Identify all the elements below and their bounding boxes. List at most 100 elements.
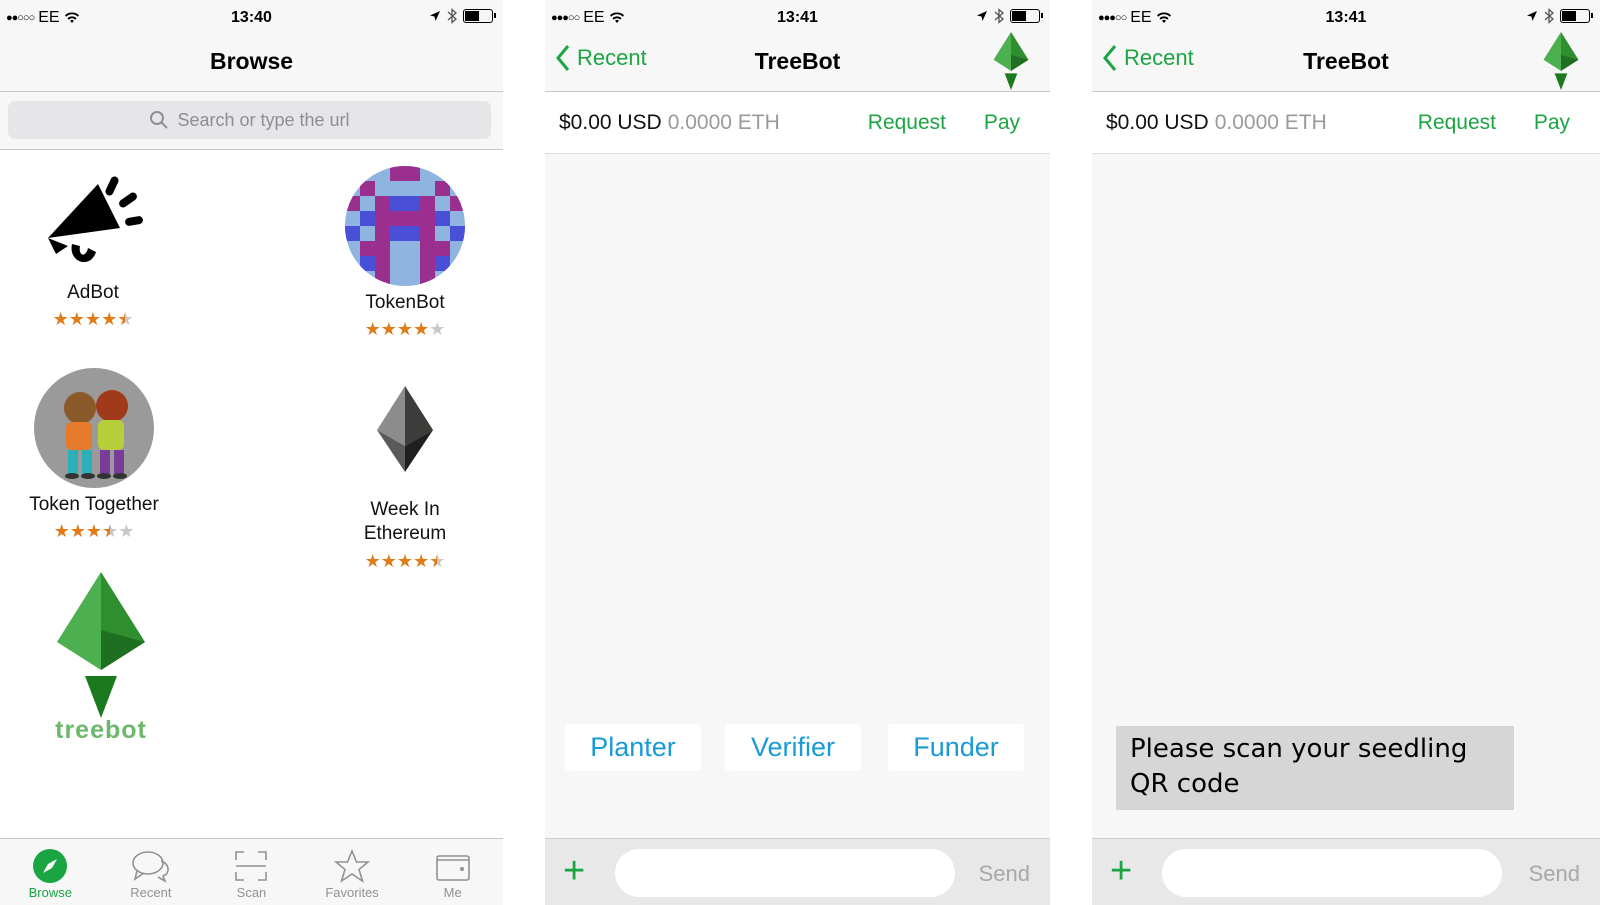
- treebot-chat-screen: ●●●○○ EE 13:41 Recent TreeBot $0.00 USD …: [545, 0, 1050, 905]
- rating-star-icon: ★: [380, 319, 397, 339]
- balance: $0.00 USD 0.0000 ETH: [559, 111, 780, 135]
- add-attachment-button[interactable]: +: [563, 852, 585, 890]
- status-right: [429, 8, 496, 24]
- send-button[interactable]: Send: [979, 861, 1030, 887]
- treebot-logo-text: treebot: [55, 716, 147, 744]
- rating-star-icon: ★: [118, 521, 135, 541]
- nav-bar: Recent TreeBot: [1092, 32, 1600, 95]
- token-together-avatar: [34, 368, 154, 488]
- search-input[interactable]: Search or type the url: [8, 101, 491, 139]
- page-title: TreeBot: [754, 48, 841, 74]
- star-icon: [334, 849, 371, 883]
- message-input[interactable]: [615, 849, 955, 897]
- rating-stars: ★ ★ ★ ★ ★: [8, 522, 180, 540]
- nav-bar: Browse: [0, 34, 503, 92]
- two-kids-illustration: [34, 368, 154, 488]
- location-icon: [1527, 11, 1537, 21]
- add-attachment-button[interactable]: +: [1110, 852, 1132, 890]
- rating-star-icon: ★: [380, 551, 397, 571]
- tab-label: Me: [443, 885, 462, 900]
- app-tile-week-in-ethereum[interactable]: Week In Ethereum ★ ★ ★ ★ ★: [330, 386, 480, 570]
- battery-icon: [463, 9, 496, 23]
- app-name: Token Together: [29, 494, 159, 515]
- battery-icon: [1010, 9, 1043, 23]
- nav-bar: Recent TreeBot: [545, 32, 1050, 95]
- tab-label: Scan: [236, 885, 267, 900]
- rating-star-icon: ★: [413, 319, 430, 339]
- browse-screen: ●●○○○ EE 13:40 Browse Search or type the…: [0, 0, 503, 905]
- bluetooth-icon: [994, 8, 1004, 24]
- page-title: TreeBot: [1303, 48, 1389, 74]
- message-input[interactable]: [1162, 849, 1502, 897]
- app-name-line2: Ethereum: [363, 523, 447, 544]
- tab-label: Browse: [28, 885, 72, 900]
- tab-bar: Browse Recent Scan Favorites Me: [0, 838, 503, 905]
- rating-star-icon: ★: [364, 319, 381, 339]
- balance-eth: 0.0000 ETH: [667, 111, 780, 134]
- pay-button[interactable]: Pay: [1534, 111, 1570, 135]
- status-bar: ●●●○○ EE 13:41: [1092, 0, 1600, 34]
- rating-star-icon: ★: [102, 521, 119, 541]
- balance-eth: 0.0000 ETH: [1214, 111, 1327, 134]
- tab-favorites[interactable]: Favorites: [302, 839, 403, 905]
- bluetooth-icon: [1544, 8, 1554, 24]
- rating-star-icon: ★: [429, 319, 446, 339]
- option-verifier-button[interactable]: Verifier: [725, 724, 861, 771]
- message-input-bar: + Send: [1092, 838, 1600, 905]
- status-bar: ●●○○○ EE 13:40: [0, 0, 503, 34]
- tab-label: Favorites: [325, 885, 379, 900]
- rating-star-icon: ★: [85, 521, 103, 541]
- battery-icon: [1560, 9, 1593, 23]
- app-tile-adbot[interactable]: AdBot ★ ★ ★ ★ ★: [18, 166, 168, 328]
- balance-usd: $0.00 USD: [559, 111, 662, 134]
- option-funder-button[interactable]: Funder: [888, 724, 1024, 771]
- rating-star-icon: ★: [84, 309, 102, 329]
- rating-stars: ★ ★ ★ ★ ★: [18, 310, 168, 328]
- rating-star-icon: ★: [101, 309, 118, 329]
- status-right: [1526, 8, 1593, 24]
- tab-label: Recent: [130, 885, 172, 900]
- app-name: TokenBot: [365, 292, 445, 313]
- treebot-logo-icon: [993, 32, 1029, 90]
- location-icon: [430, 11, 440, 21]
- treebot-avatar[interactable]: [990, 32, 1032, 95]
- balance: $0.00 USD 0.0000 ETH: [1106, 111, 1327, 135]
- scan-frame-icon: [235, 851, 268, 881]
- send-button[interactable]: Send: [1529, 861, 1580, 887]
- rating-star-icon: ★: [396, 319, 414, 339]
- pay-button[interactable]: Pay: [984, 111, 1020, 135]
- option-planter-button[interactable]: Planter: [565, 724, 701, 771]
- search-icon: [150, 111, 169, 129]
- rating-star-icon: ★: [69, 521, 86, 541]
- message-input-bar: + Send: [545, 838, 1050, 905]
- tab-recent[interactable]: Recent: [101, 839, 202, 905]
- treebot-avatar[interactable]: [1540, 32, 1582, 95]
- request-button[interactable]: Request: [1418, 111, 1496, 135]
- tab-me[interactable]: Me: [402, 839, 503, 905]
- app-tile-token-together[interactable]: Token Together ★ ★ ★ ★ ★: [8, 368, 180, 540]
- treebot-logo-icon: [1543, 32, 1579, 90]
- request-button[interactable]: Request: [868, 111, 946, 135]
- pixel-robot-icon: [345, 166, 465, 286]
- status-time: 13:40: [231, 9, 272, 26]
- compass-icon: [33, 849, 68, 883]
- status-time: 13:41: [777, 9, 818, 26]
- tab-scan[interactable]: Scan: [201, 839, 302, 905]
- bot-message-bubble: Please scan your seedling QR code: [1116, 726, 1514, 810]
- search-bar-container: Search or type the url: [0, 92, 503, 150]
- bluetooth-icon: [447, 8, 457, 24]
- status-right: [976, 8, 1043, 24]
- chat-bubbles-icon: [132, 851, 169, 883]
- app-tile-tokenbot[interactable]: TokenBot ★ ★ ★ ★ ★: [330, 166, 480, 338]
- treebot-logo-icon: [57, 572, 145, 718]
- ethereum-logo-icon: [377, 386, 433, 472]
- location-icon: [977, 11, 987, 21]
- app-tile-treebot[interactable]: treebot: [26, 572, 176, 745]
- tab-browse[interactable]: Browse: [0, 839, 101, 905]
- rating-star-icon: ★: [364, 551, 381, 571]
- treebot-message-screen: ●●●○○ EE 13:41 Recent TreeBot $0.00 USD …: [1092, 0, 1600, 905]
- search-placeholder: Search or type the url: [177, 109, 350, 130]
- app-name-line1: Week In: [370, 499, 440, 520]
- rating-star-icon: ★: [117, 309, 134, 329]
- rating-star-icon: ★: [68, 309, 85, 329]
